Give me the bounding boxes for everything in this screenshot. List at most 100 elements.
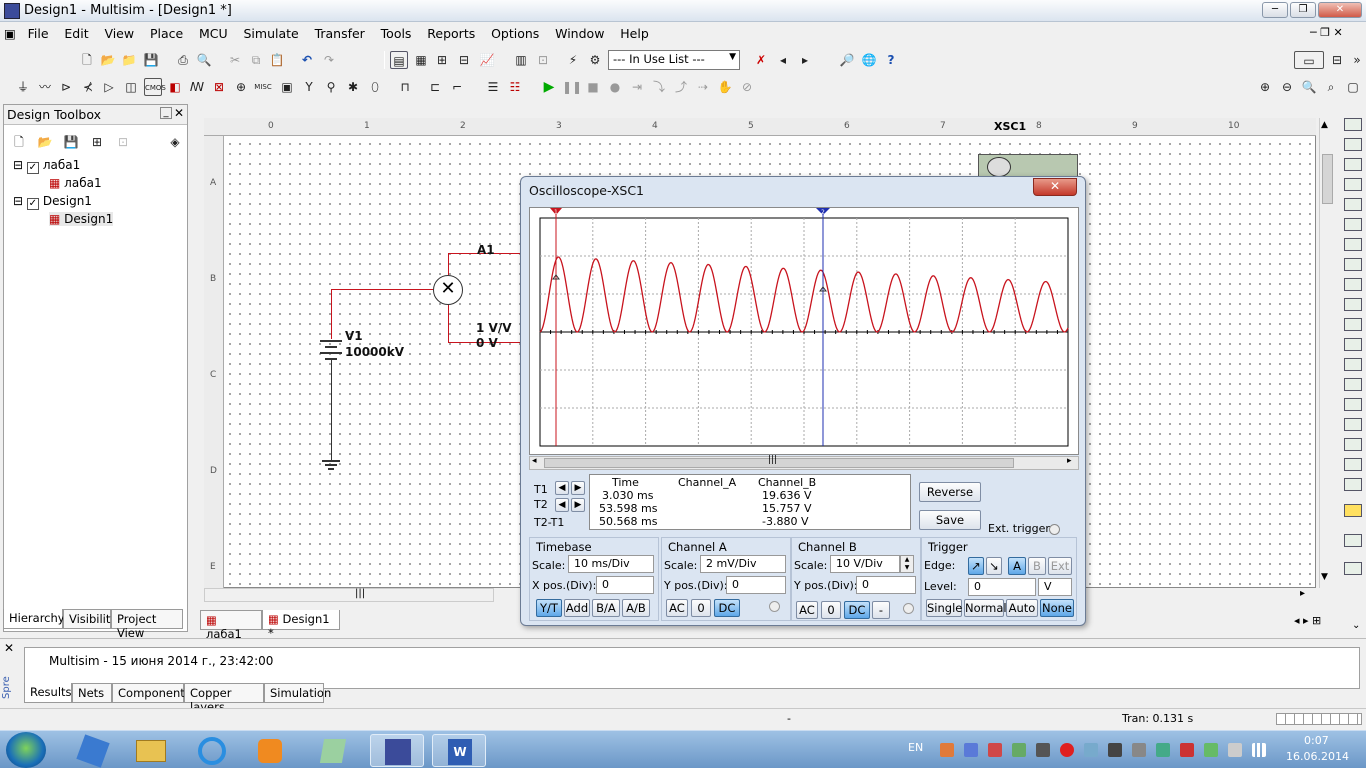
start-button[interactable]	[6, 732, 46, 768]
explorer-icon[interactable]	[124, 734, 178, 767]
oscilloscope-instrument[interactable]	[978, 154, 1078, 178]
bus-icon[interactable]: ⊏	[426, 78, 444, 96]
t1-left-arrow-icon[interactable]: ◀	[555, 481, 569, 495]
tab-visibility[interactable]: Visibility	[63, 609, 117, 629]
labview-icon[interactable]	[1344, 504, 1362, 517]
indicator-icon[interactable]: ⊠	[210, 78, 228, 96]
menu-mcu[interactable]: MCU	[193, 23, 234, 41]
spreadsheet-close-icon[interactable]: ✕	[4, 641, 14, 655]
wattmeter-icon[interactable]	[1344, 158, 1362, 171]
tray-icon[interactable]	[940, 743, 954, 757]
forward-icon[interactable]: ▸	[796, 51, 814, 69]
new-design-icon[interactable]: 🗋	[10, 133, 28, 151]
basic-icon[interactable]: 〰	[36, 78, 54, 96]
current-probe-icon[interactable]	[1344, 534, 1362, 547]
notes-icon[interactable]	[306, 734, 360, 767]
menu-tools[interactable]: Tools	[375, 23, 418, 41]
collapse-icon[interactable]: ⌄	[1352, 620, 1360, 631]
channel-b-scale-input[interactable]: 10 V/Div	[830, 555, 900, 573]
tab-components[interactable]: Components	[112, 683, 191, 703]
timebase-scale-input[interactable]: 10 ms/Div	[568, 555, 654, 573]
channel-a-zero-button[interactable]: 0	[691, 599, 711, 617]
tab-hierarchy[interactable]: Hierarchy	[3, 609, 65, 629]
print-preview-icon[interactable]: 🔍	[195, 51, 213, 69]
tab-simulation[interactable]: Simulation	[264, 683, 331, 703]
hier-block-icon[interactable]: ⊓	[396, 78, 414, 96]
find-icon[interactable]: 🔎	[838, 51, 856, 69]
tab-design1[interactable]: ▦ Design1 *	[262, 610, 340, 640]
tray-icon[interactable]	[1204, 743, 1218, 757]
close-button[interactable]: ✕	[1318, 2, 1362, 18]
tree-node-laba1[interactable]: ⊟ ✓ лаба1	[13, 158, 80, 174]
power-icon[interactable]: ⊕	[232, 78, 250, 96]
breadboard-icon[interactable]: ▭	[1294, 51, 1324, 69]
canvas-horizontal-scrollbar[interactable]: |||	[204, 588, 494, 602]
electrical-rules-icon[interactable]: ⊡	[534, 51, 552, 69]
tray-icon[interactable]	[1228, 743, 1242, 757]
ext-trigger-terminal[interactable]	[1049, 524, 1060, 535]
run-icon[interactable]: ▶	[540, 78, 558, 96]
back-icon[interactable]: ◂	[774, 51, 792, 69]
logic-converter-icon[interactable]	[1344, 298, 1362, 311]
mdi-controls[interactable]: ─ ❐ ✕	[1310, 26, 1343, 39]
trigger-auto-button[interactable]: Auto	[1006, 599, 1038, 617]
rename-icon[interactable]: ⊡	[114, 133, 132, 151]
tree-node-design1[interactable]: ⊟ ✓ Design1	[13, 194, 92, 210]
database-icon[interactable]: ⊞	[433, 51, 451, 69]
save-design-icon[interactable]: 💾	[62, 133, 80, 151]
b-over-a-button[interactable]: B/A	[592, 599, 620, 617]
visibility-icon[interactable]: ◈	[166, 133, 184, 151]
four-channel-oscilloscope-icon[interactable]	[1344, 198, 1362, 211]
word-generator-icon[interactable]	[1344, 258, 1362, 271]
channel-b-dc-button[interactable]: DC	[844, 601, 870, 619]
tray-icon[interactable]	[1084, 743, 1098, 757]
multisim-taskbar-icon[interactable]	[370, 734, 424, 767]
spreadsheet-view-icon[interactable]: ▦	[412, 51, 430, 69]
cut-icon[interactable]: ✂	[226, 51, 244, 69]
toolbar-chevron-icon[interactable]: »	[1348, 51, 1366, 69]
screen-scrollbar[interactable]: ◂ ||| ▸	[529, 455, 1079, 470]
channel-b-ac-button[interactable]: AC	[796, 601, 818, 619]
spectrum-analyzer-icon[interactable]	[1344, 358, 1362, 371]
save-button[interactable]: Save	[919, 510, 981, 530]
tab-project-view[interactable]: Project View	[111, 609, 183, 640]
menu-reports[interactable]: Reports	[421, 23, 481, 41]
web-icon[interactable]: 🌐	[860, 51, 878, 69]
in-use-list-dropdown[interactable]: --- In Use List --- ▼	[608, 50, 740, 70]
tray-icon[interactable]	[1108, 743, 1122, 757]
oscilloscope-screen[interactable]: 12	[529, 207, 1079, 455]
advanced-periph-icon[interactable]: ▣	[278, 78, 296, 96]
yt-button[interactable]: Y/T	[536, 599, 562, 617]
falling-edge-icon[interactable]: ↘	[986, 557, 1002, 575]
multiplier-component[interactable]: ✕	[433, 275, 463, 305]
tab-laba1[interactable]: ▦ лаба1	[200, 610, 262, 641]
elvis-icon[interactable]	[1344, 562, 1362, 575]
menu-edit[interactable]: Edit	[58, 23, 94, 41]
zoom-in-icon[interactable]: ⊕	[1256, 78, 1274, 96]
menu-place[interactable]: Place	[144, 23, 189, 41]
menu-window[interactable]: Window	[549, 23, 610, 41]
multimeter-icon[interactable]	[1344, 118, 1362, 131]
tray-icon[interactable]	[1156, 743, 1170, 757]
channel-a-dc-button[interactable]: DC	[714, 599, 740, 617]
network-analyzer-icon[interactable]	[1344, 378, 1362, 391]
tray-icon[interactable]	[1060, 743, 1074, 757]
ttl-icon[interactable]: ◫	[122, 78, 140, 96]
backannotate-icon[interactable]: ⚙	[586, 51, 604, 69]
misc-digital-icon[interactable]: ◧	[166, 78, 184, 96]
agilent-multimeter-icon[interactable]	[1344, 418, 1362, 431]
panel-close-icon[interactable]: ✕	[174, 106, 184, 120]
xpos-input[interactable]: 0	[596, 576, 654, 594]
channel-a-terminal[interactable]	[769, 601, 780, 612]
save-icon[interactable]: 💾	[142, 51, 160, 69]
bode-plotter-icon[interactable]	[1344, 218, 1362, 231]
probe-icon[interactable]: ●	[606, 78, 624, 96]
iv-analyzer-icon[interactable]	[1344, 318, 1362, 331]
channel-a-scale-input[interactable]: 2 mV/Div	[700, 555, 786, 573]
transfer-icon[interactable]: ⚡	[564, 51, 582, 69]
spreadsheet-icon[interactable]: ☰	[484, 78, 502, 96]
a-over-b-button[interactable]: A/B	[622, 599, 650, 617]
agilent-generator-icon[interactable]	[1344, 398, 1362, 411]
scroll-right-icon[interactable]: ▸	[1300, 588, 1305, 599]
agilent-oscilloscope-icon[interactable]	[1344, 438, 1362, 451]
